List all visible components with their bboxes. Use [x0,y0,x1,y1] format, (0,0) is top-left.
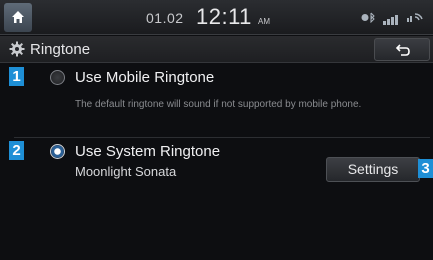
page-title: Ringtone [30,41,91,58]
signal-strength-icon [383,12,401,30]
back-button[interactable] [374,38,430,61]
gear-icon [9,41,25,57]
status-date: 01.02 [146,10,184,26]
radio-use-mobile-ringtone[interactable] [50,70,65,85]
ringtone-screen: 01.02 12:11 AM Ringtone 1 Use Mobile Rin… [0,0,433,260]
list-divider [14,137,430,138]
selected-ringtone-name: Moonlight Sonata [75,164,177,179]
option-label-system: Use System Ringtone [75,143,221,160]
settings-button[interactable]: Settings [326,157,420,182]
back-arrow-icon [395,44,410,56]
status-icons [361,12,427,26]
signal-status-icon [407,12,425,25]
radio-use-system-ringtone[interactable] [50,144,65,159]
option-description-mobile: The default ringtone will sound if not s… [75,99,362,110]
home-icon [12,11,24,23]
status-bar: 01.02 12:11 AM [0,0,433,35]
status-time: 12:11 [196,4,252,29]
callout-number-2: 2 [9,141,24,160]
option-label-mobile: Use Mobile Ringtone [75,69,215,86]
callout-number-3: 3 [418,159,433,178]
status-ampm: AM [258,17,270,26]
home-button[interactable] [4,3,32,32]
title-bar: Ringtone [0,36,433,63]
callout-number-1: 1 [9,67,24,86]
bluetooth-phone-icon [361,12,377,26]
